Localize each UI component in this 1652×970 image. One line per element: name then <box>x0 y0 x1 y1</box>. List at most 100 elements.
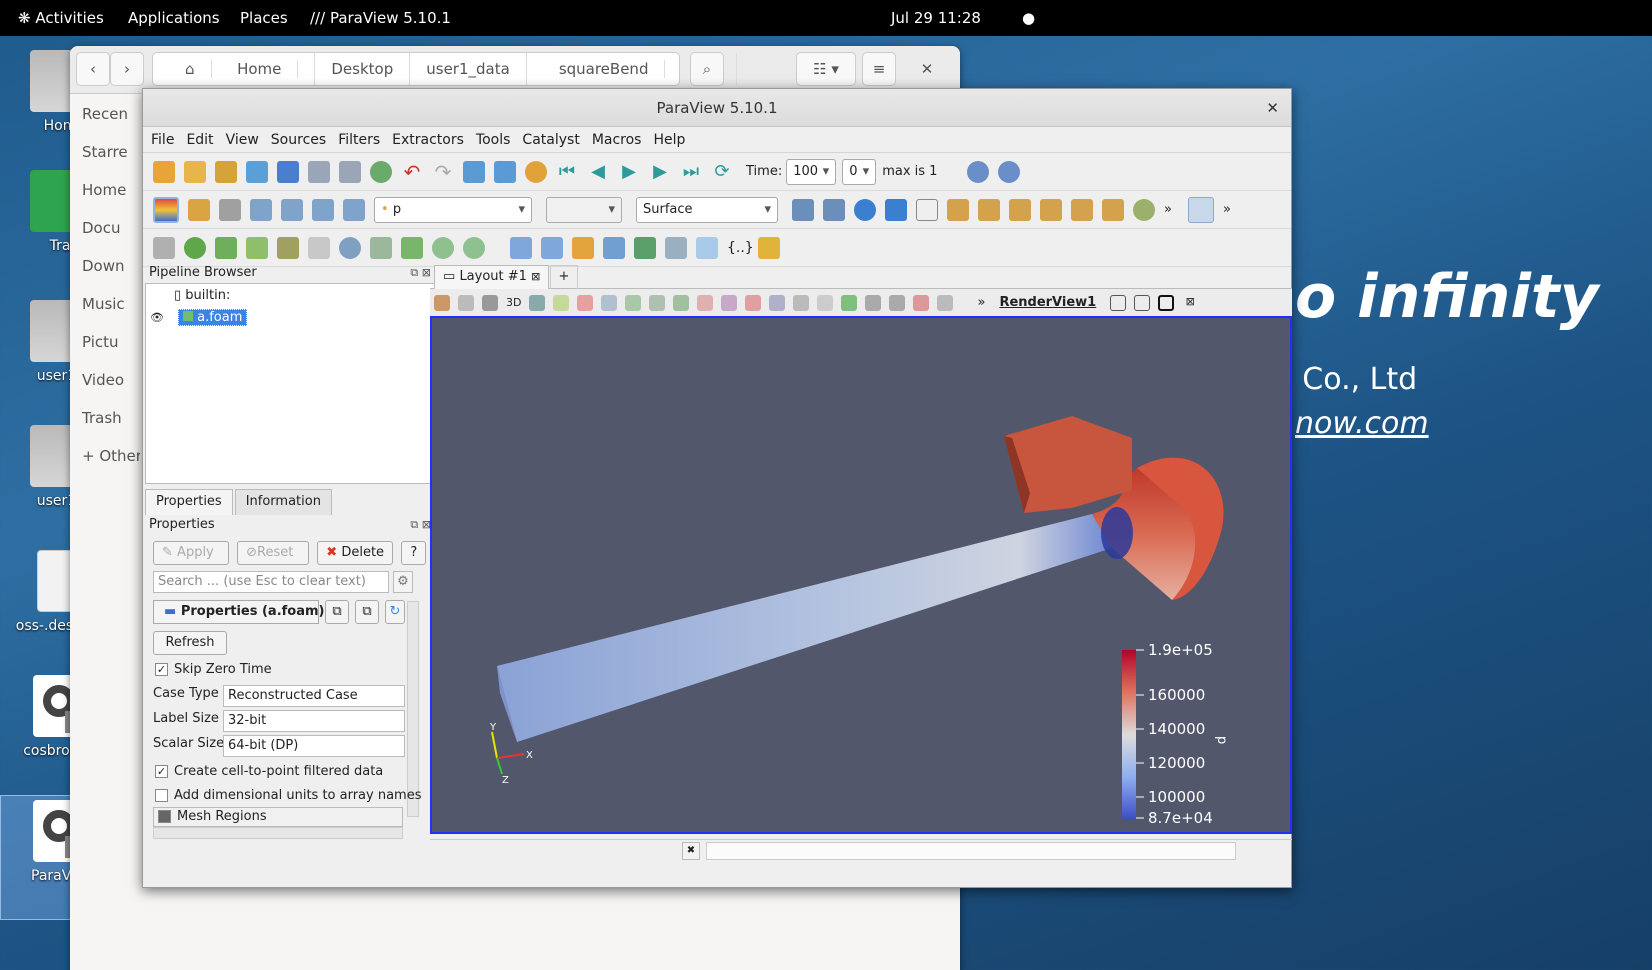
zoom-data-icon[interactable] <box>967 160 990 183</box>
select-polygon-icon[interactable] <box>649 294 666 311</box>
play-icon[interactable]: ▶ <box>618 161 640 183</box>
split-horizontal-icon[interactable] <box>1110 294 1127 311</box>
close-status-icon[interactable]: ✖ <box>682 842 700 860</box>
toggle-tooltip-icon[interactable] <box>889 294 906 311</box>
case-type-select[interactable]: Reconstructed Case <box>223 685 405 707</box>
probe-icon[interactable] <box>510 236 532 259</box>
color-legend[interactable]: 1.9e+05 160000 140000 120000 100000 8.7e+04 p <box>1122 641 1229 827</box>
zoom-to-box-icon[interactable] <box>885 198 907 221</box>
interactive-select-icon[interactable] <box>697 294 714 311</box>
sidebar-item-trash[interactable]: Trash <box>70 399 140 437</box>
select-cells-on-icon[interactable] <box>553 294 570 311</box>
toggle-3d-button[interactable]: 3D <box>506 296 521 309</box>
breadcrumb-user1-data[interactable]: user1_data <box>410 53 527 85</box>
menu-macros[interactable]: Macros <box>592 132 642 148</box>
show-cell-labels-icon[interactable] <box>841 294 858 311</box>
rotate-90-icon[interactable] <box>1133 198 1155 221</box>
python-calculator-icon[interactable] <box>634 236 656 259</box>
dimensional-units-checkbox[interactable]: Add dimensional units to array names <box>155 788 422 803</box>
camera-undo-icon[interactable] <box>463 160 485 183</box>
more-tools-icon[interactable]: » <box>1223 202 1231 217</box>
menu-view[interactable]: View <box>226 132 259 148</box>
edit-color-map-icon[interactable] <box>188 198 210 221</box>
panel-float-close-icons[interactable]: ⧉ ⊠ <box>410 515 431 535</box>
python-script-icon[interactable]: {..} <box>727 237 754 259</box>
glyph-icon[interactable] <box>339 236 361 259</box>
eye-visibility-icon[interactable]: 👁 <box>150 311 164 324</box>
reset-button[interactable]: ⊘Reset <box>237 541 310 565</box>
slice-icon[interactable] <box>246 236 268 259</box>
hover-cells-icon[interactable] <box>745 294 762 311</box>
places-menu[interactable]: Places <box>240 9 288 27</box>
time-value-select[interactable]: 100 <box>786 158 837 185</box>
save-data-icon[interactable] <box>215 160 237 183</box>
breadcrumb-home[interactable]: ⌂ Home <box>153 53 316 85</box>
delete-button[interactable]: ✖ Delete <box>317 541 394 565</box>
first-frame-icon[interactable]: ⏮ <box>556 161 578 183</box>
activities-button[interactable]: ❋ Activities <box>18 9 104 27</box>
save-state-icon[interactable] <box>308 160 330 183</box>
reset-session-icon[interactable] <box>370 160 392 183</box>
add-layout-button[interactable]: + <box>550 265 578 289</box>
sidebar-item-other[interactable]: + Other <box>70 437 140 475</box>
shrink-selection-icon[interactable] <box>793 294 810 311</box>
redo-icon[interactable]: ↷ <box>432 161 454 183</box>
zoom-box-icon[interactable] <box>916 198 938 221</box>
mesh-quality-icon[interactable] <box>696 236 718 259</box>
zoom-to-data-icon[interactable] <box>854 198 876 221</box>
reload-icon[interactable]: ↻ <box>385 600 405 624</box>
view-plus-z-icon[interactable] <box>1071 198 1093 221</box>
reset-camera-closest-icon[interactable] <box>823 198 845 221</box>
close-icon[interactable]: ✕ <box>1266 89 1279 127</box>
load-state-icon[interactable] <box>339 160 361 183</box>
camera-undo-icon[interactable] <box>434 294 450 311</box>
select-blocks-icon[interactable] <box>673 294 690 311</box>
refresh-button[interactable]: Refresh <box>153 631 227 655</box>
clear-selection-icon[interactable] <box>817 294 834 311</box>
time-index-spinbox[interactable]: 0 <box>842 158 877 185</box>
find-data-icon[interactable] <box>603 236 625 259</box>
view-minus-z-icon[interactable] <box>1102 198 1124 221</box>
render-view[interactable]: Y X Z 1.9e+05 160000 140000 120000 100000 8.7… <box>430 316 1292 834</box>
scalar-size-select[interactable]: 64-bit (DP) <box>223 735 405 757</box>
view-plus-x-icon[interactable] <box>947 198 969 221</box>
loop-icon[interactable]: ⟳ <box>711 161 733 183</box>
warp-vector-icon[interactable] <box>401 236 423 259</box>
view-options-button[interactable]: ☷ ▾ <box>796 52 856 86</box>
menu-help[interactable]: Help <box>653 132 685 148</box>
sidebar-item-documents[interactable]: Docu <box>70 209 140 247</box>
maximize-icon[interactable] <box>1158 294 1175 311</box>
more-tools-icon[interactable]: » <box>977 295 985 310</box>
tab-information[interactable]: Information <box>234 489 332 515</box>
close-button[interactable]: ✕ <box>910 52 944 86</box>
mesh-regions-list[interactable]: Mesh Regions <box>153 807 403 827</box>
clock[interactable]: Jul 29 11:28 <box>891 9 981 27</box>
color-palette-icon[interactable] <box>525 160 547 183</box>
search-button[interactable]: ⌕ <box>690 52 724 86</box>
undo-icon[interactable]: ↶ <box>401 161 423 183</box>
last-frame-icon[interactable]: ⏭ <box>680 161 702 183</box>
menu-extractors[interactable]: Extractors <box>392 132 464 148</box>
previous-frame-icon[interactable]: ◀ <box>587 161 609 183</box>
active-app-menu[interactable]: /// ParaView 5.10.1 <box>310 9 451 27</box>
select-points-through-icon[interactable] <box>625 294 642 311</box>
horizontal-scrollbar[interactable] <box>153 827 403 839</box>
recent-files-icon[interactable] <box>184 160 206 183</box>
menu-edit[interactable]: Edit <box>186 132 213 148</box>
histogram-icon[interactable] <box>572 236 594 259</box>
panel-float-close-icons[interactable]: ⧉ ⊠ <box>410 263 431 283</box>
connect-icon[interactable] <box>246 160 268 183</box>
menu-tools[interactable]: Tools <box>476 132 511 148</box>
split-vertical-icon[interactable] <box>1134 294 1151 311</box>
back-button[interactable]: ‹ <box>76 52 110 86</box>
help-button[interactable]: ? <box>401 541 427 565</box>
sidebar-item-starred[interactable]: Starre <box>70 133 140 171</box>
view-minus-y-icon[interactable] <box>1040 198 1062 221</box>
menu-file[interactable]: File <box>151 132 174 148</box>
view-plus-y-icon[interactable] <box>1009 198 1031 221</box>
applications-menu[interactable]: Applications <box>128 9 220 27</box>
rescale-custom-icon[interactable] <box>250 198 272 221</box>
grow-selection-icon[interactable] <box>769 294 786 311</box>
integrate-icon[interactable] <box>665 236 687 259</box>
select-cells-through-icon[interactable] <box>601 294 618 311</box>
